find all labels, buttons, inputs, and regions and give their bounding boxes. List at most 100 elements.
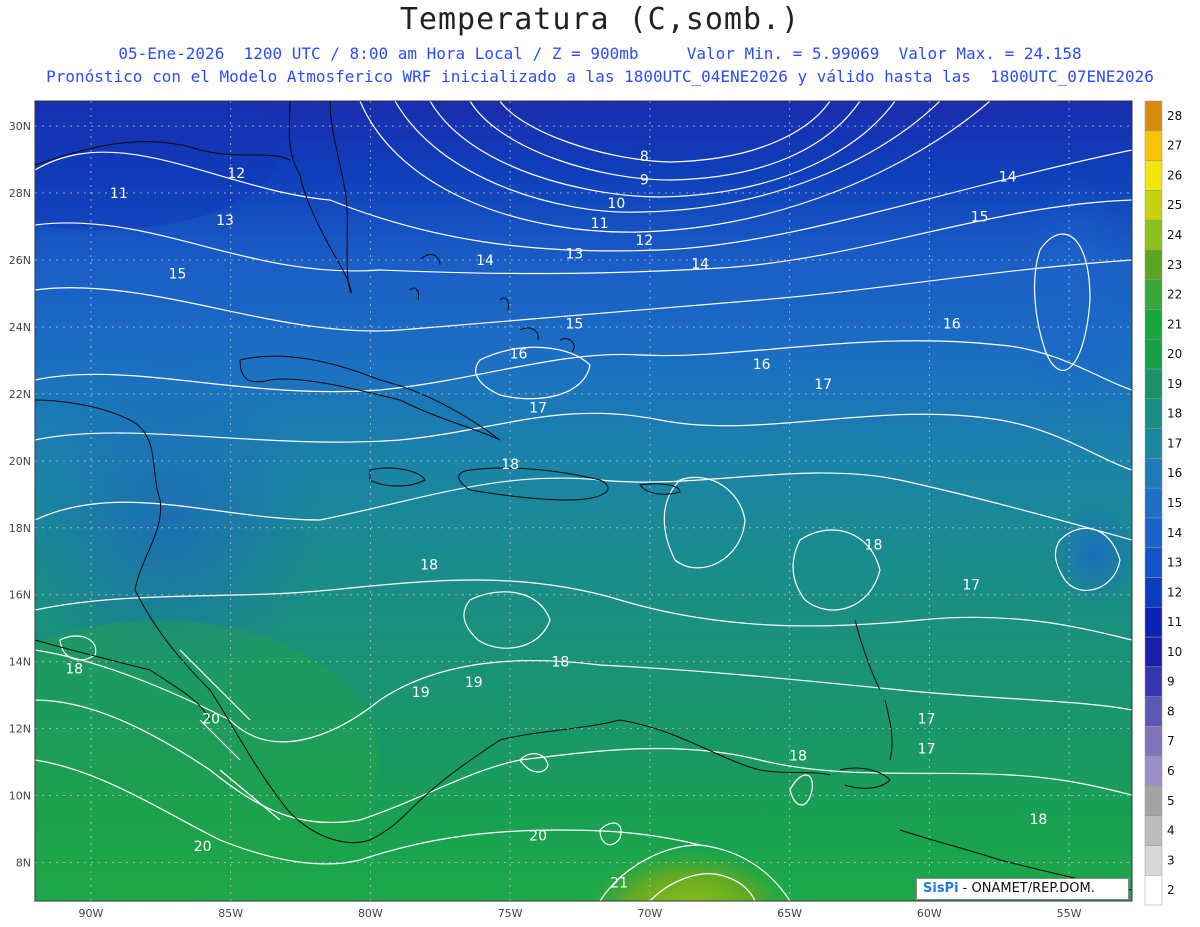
isotherm-label: 18 xyxy=(420,558,438,574)
isotherm-label: 19 xyxy=(465,675,483,691)
isotherm-label: 18 xyxy=(1029,812,1047,828)
colorbar-label: 6 xyxy=(1167,764,1175,778)
lat-tick-label: 8N xyxy=(16,857,31,870)
colorbar-swatch xyxy=(1144,785,1163,816)
lat-tick-label: 10N xyxy=(9,790,31,803)
colorbar-swatch xyxy=(1144,517,1163,548)
colorbar-label: 25 xyxy=(1167,198,1182,212)
colorbar-swatch xyxy=(1144,130,1163,161)
isotherm-label: 20 xyxy=(202,712,220,728)
isotherm-label: 18 xyxy=(865,538,883,554)
colorbar-label: 10 xyxy=(1167,645,1182,659)
colorbar-label: 26 xyxy=(1167,168,1182,182)
isotherm-label: 17 xyxy=(918,742,936,758)
colorbar-label: 8 xyxy=(1167,704,1175,718)
colorbar-swatch xyxy=(1144,815,1163,846)
lon-tick-label: 70W xyxy=(637,907,662,920)
isotherm-label: 21 xyxy=(610,876,628,892)
isotherm-label: 14 xyxy=(691,256,709,272)
isotherm-label: 9 xyxy=(640,173,649,189)
isotherm-label: 13 xyxy=(216,213,234,229)
colorbar-label: 3 xyxy=(1167,853,1175,867)
colorbar-label: 11 xyxy=(1167,615,1182,629)
lon-tick-label: 60W xyxy=(917,907,942,920)
lon-tick-label: 80W xyxy=(358,907,383,920)
colorbar-swatch xyxy=(1144,338,1163,370)
colorbar-swatch xyxy=(1144,696,1163,727)
colorbar-label: 7 xyxy=(1167,734,1175,748)
isotherm-label: 18 xyxy=(65,661,83,677)
isotherm-label: 10 xyxy=(607,196,625,212)
colorbar-swatch xyxy=(1144,100,1163,132)
colorbar-swatch xyxy=(1144,398,1163,429)
colorbar-label: 13 xyxy=(1167,556,1182,570)
isotherm-label: 12 xyxy=(227,166,245,182)
colorbar-label: 16 xyxy=(1167,466,1182,480)
isotherm-label: 11 xyxy=(110,186,128,202)
isotherm-label: 13 xyxy=(566,246,584,262)
isotherm-label: 17 xyxy=(962,578,980,594)
colorbar-swatch xyxy=(1144,666,1163,697)
colorbar-swatch xyxy=(1144,636,1163,668)
isotherm-label: 12 xyxy=(635,233,653,249)
colorbar-swatch xyxy=(1144,190,1163,221)
colorbar-swatch xyxy=(1144,726,1163,757)
isotherm-label: 20 xyxy=(529,829,547,845)
colorbar-swatch xyxy=(1144,845,1163,876)
isotherm-label: 17 xyxy=(529,400,547,416)
credit-box: SisPi - ONAMET/REP.DOM. xyxy=(916,878,1129,900)
colorbar-swatch xyxy=(1144,249,1163,280)
isotherm-label: 18 xyxy=(789,748,807,764)
isotherm-label: 15 xyxy=(169,266,187,282)
isotherm-label: 18 xyxy=(552,655,570,671)
colorbar-label: 12 xyxy=(1167,585,1182,599)
colorbar-label: 24 xyxy=(1167,228,1182,242)
lat-tick-label: 30N xyxy=(9,120,31,133)
colorbar-swatch xyxy=(1144,577,1163,608)
colorbar-swatch xyxy=(1144,279,1163,310)
east-cool-spot xyxy=(1050,505,1132,605)
lat-tick-label: 12N xyxy=(9,723,31,736)
isotherm-label: 14 xyxy=(999,169,1017,185)
colorbar-label: 5 xyxy=(1167,794,1175,808)
temperature-map: 8 9 10 11 12 13 14 14 11 12 13 15 14 15 15 16 16 16 17 17 18… xyxy=(9,100,1182,920)
isotherm-label: 17 xyxy=(918,712,936,728)
isotherm-label: 18 xyxy=(501,457,519,473)
isotherm-label: 15 xyxy=(971,209,989,225)
lon-tick-label: 90W xyxy=(78,907,103,920)
colorbar-swatch xyxy=(1144,458,1163,489)
lon-tick-label: 75W xyxy=(498,907,523,920)
colorbar-label: 2 xyxy=(1167,883,1175,897)
colorbar-label: 4 xyxy=(1167,824,1175,838)
lat-tick-label: 26N xyxy=(9,254,31,267)
isotherm-label: 16 xyxy=(753,357,771,373)
isotherm-label: 16 xyxy=(943,317,961,333)
colorbar-label: 20 xyxy=(1167,347,1182,361)
colorbar-swatch xyxy=(1144,160,1163,191)
colorbar-label: 15 xyxy=(1167,496,1182,510)
colorbar-label: 14 xyxy=(1167,526,1182,540)
colorbar-label: 21 xyxy=(1167,317,1182,331)
colorbar-swatch xyxy=(1144,755,1163,787)
isotherm-label: 20 xyxy=(194,839,212,855)
colorbar-swatch xyxy=(1144,368,1163,400)
lat-tick-label: 14N xyxy=(9,656,31,669)
lat-tick-label: 16N xyxy=(9,589,31,602)
colorbar-swatch xyxy=(1144,219,1163,251)
lon-tick-label: 55W xyxy=(1057,907,1082,920)
credit-text: - ONAMET/REP.DOM. xyxy=(958,881,1095,896)
isotherm-label: 17 xyxy=(814,377,832,393)
lon-tick-label: 65W xyxy=(777,907,802,920)
lat-tick-label: 24N xyxy=(9,321,31,334)
colorbar-label: 19 xyxy=(1167,377,1182,391)
colorbar-label: 9 xyxy=(1167,675,1175,689)
colorbar-label: 27 xyxy=(1167,139,1182,153)
isotherm-label: 16 xyxy=(510,347,528,363)
lat-tick-label: 20N xyxy=(9,455,31,468)
colorbar-swatch xyxy=(1144,874,1163,906)
lat-tick-label: 18N xyxy=(9,522,31,535)
colorbar-label: 17 xyxy=(1167,436,1182,450)
colorbar-label: 18 xyxy=(1167,407,1182,421)
isotherm-label: 19 xyxy=(412,685,430,701)
isotherm-label: 11 xyxy=(591,216,609,232)
